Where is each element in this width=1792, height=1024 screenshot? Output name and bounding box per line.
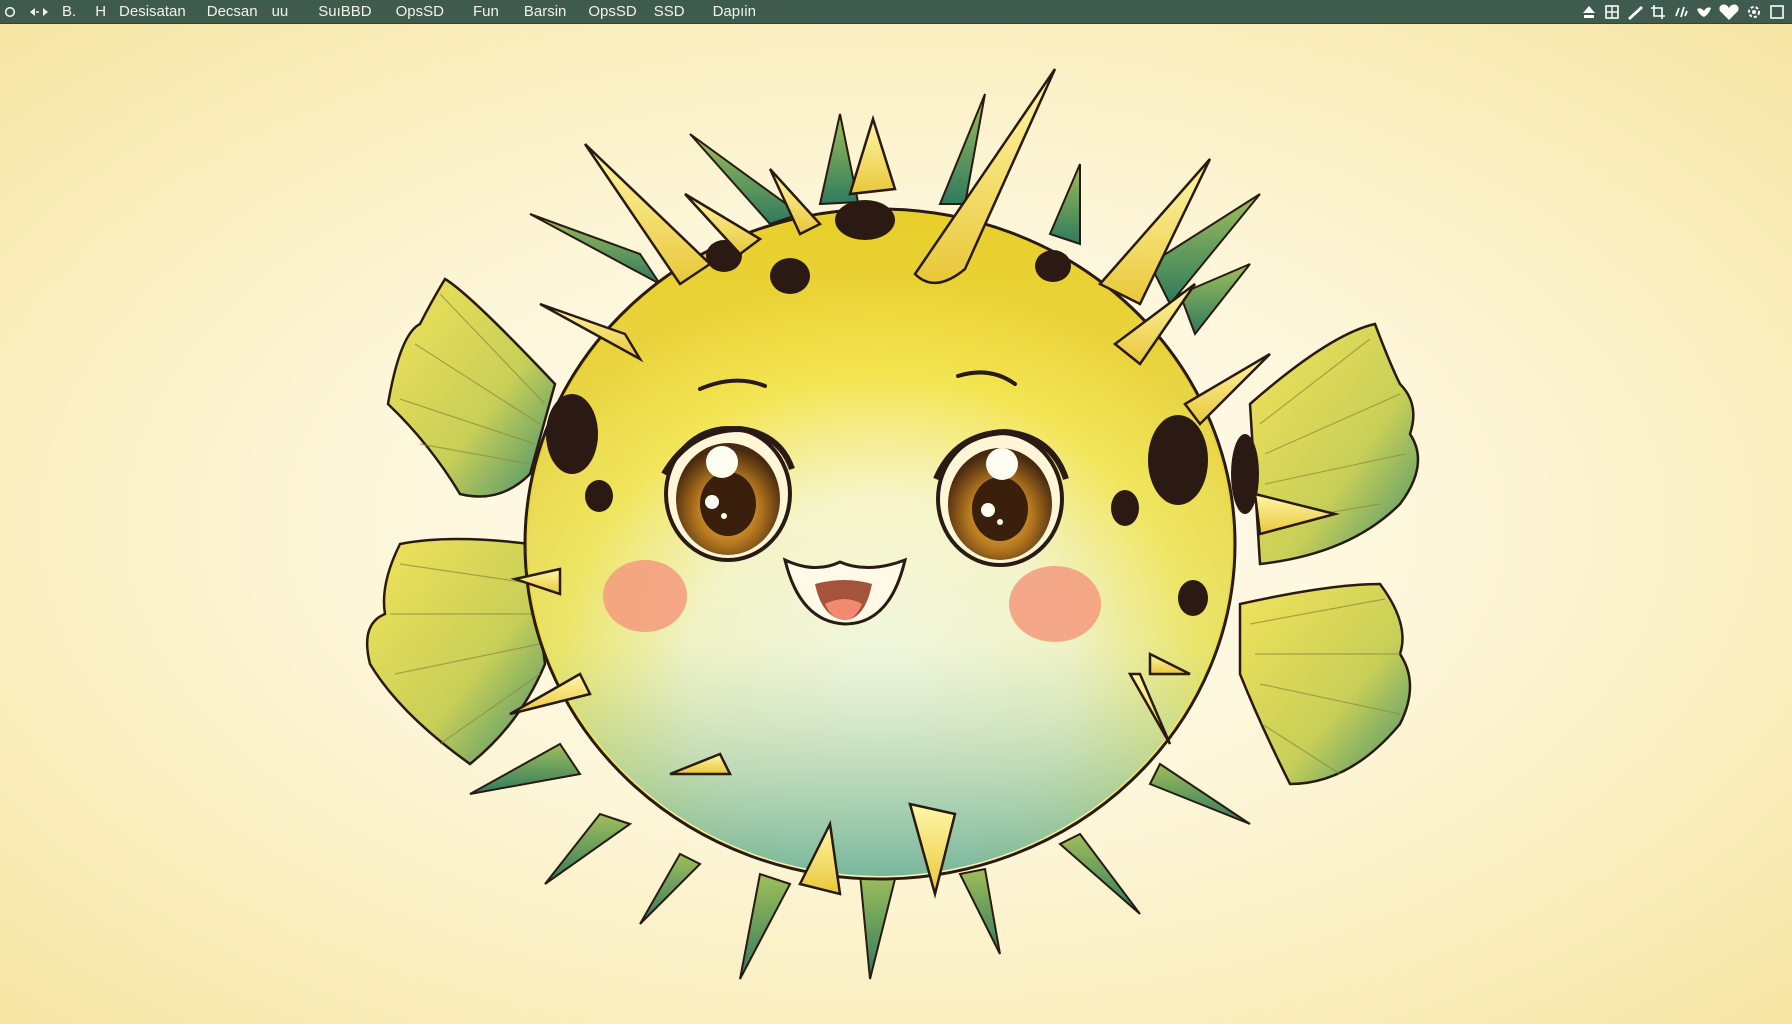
crop-icon[interactable]	[1649, 3, 1667, 21]
right-eye	[933, 428, 1069, 567]
eject-icon[interactable]	[1580, 3, 1598, 21]
menu-item-2[interactable]: H	[95, 0, 106, 24]
pufferfish-illustration	[365, 68, 1420, 980]
menu-bar: B. H Desisatan Decsan uu SuıBBD OpsSD Fu…	[0, 0, 1792, 24]
bird-icon[interactable]	[1695, 3, 1713, 21]
pen-icon[interactable]	[1626, 3, 1644, 21]
square-icon[interactable]	[1768, 3, 1786, 21]
circle-icon[interactable]	[2, 2, 18, 22]
settings-icon[interactable]	[1745, 3, 1763, 21]
menu-item-4[interactable]: Decsan	[207, 0, 258, 24]
left-eye	[661, 425, 795, 562]
status-tray	[1580, 0, 1786, 24]
wifi-icon[interactable]	[1672, 3, 1690, 21]
window-icon[interactable]	[1603, 3, 1621, 21]
menu-item-9[interactable]: Barsin	[524, 0, 567, 24]
menu-item-7[interactable]: OpsSD	[396, 0, 444, 24]
menu-item-5[interactable]: uu	[272, 0, 289, 24]
right-fins	[1238, 322, 1420, 786]
menu-item-1[interactable]: B.	[62, 0, 76, 24]
menu-left: B. H Desisatan Decsan uu SuıBBD OpsSD Fu…	[0, 0, 756, 24]
menu-item-12[interactable]: Dapıin	[713, 0, 756, 24]
menu-item-10[interactable]: OpsSD	[588, 0, 636, 24]
left-cheek	[603, 560, 687, 632]
heart-icon[interactable]	[1718, 3, 1740, 21]
back-forward-icon[interactable]	[28, 2, 50, 22]
menu-item-11[interactable]: SSD	[654, 0, 685, 24]
menu-item-3[interactable]: Desisatan	[119, 0, 186, 24]
image-canvas	[0, 24, 1792, 1024]
menu-item-8[interactable]: Fun	[473, 0, 499, 24]
menu-item-6[interactable]: SuıBBD	[318, 0, 371, 24]
right-cheek	[1009, 566, 1101, 642]
body-shading	[528, 212, 1232, 876]
